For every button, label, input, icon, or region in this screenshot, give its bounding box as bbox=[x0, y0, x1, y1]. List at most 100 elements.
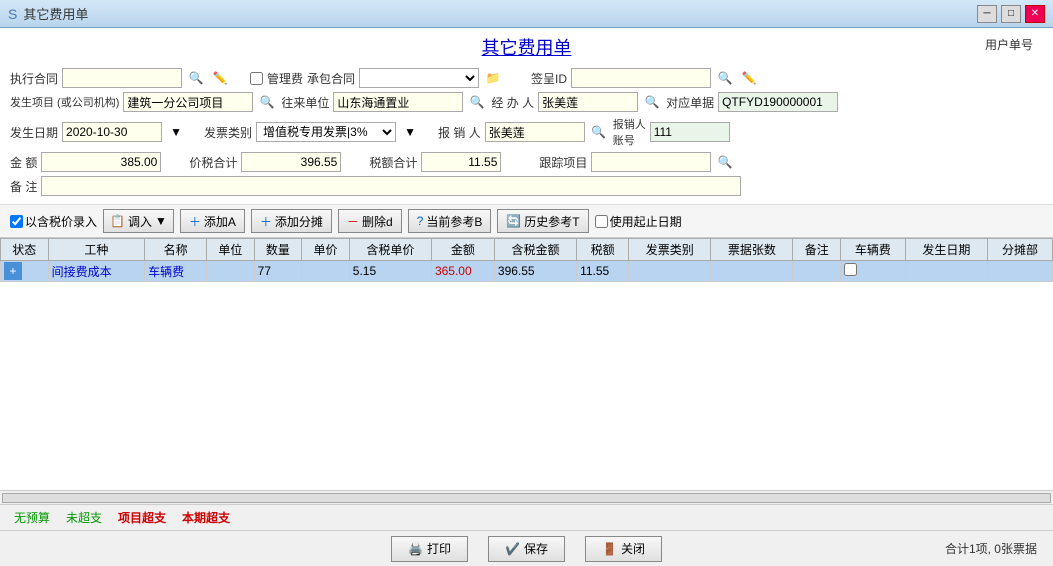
th-tax-amount: 含税金额 bbox=[494, 239, 576, 261]
invoice-type-select[interactable]: 增值税专用发票|3% bbox=[256, 122, 396, 142]
tax-inc-amount-input[interactable] bbox=[241, 152, 341, 172]
remark-label: 备 注 bbox=[10, 178, 37, 195]
vehicle-fee-checkbox[interactable] bbox=[844, 263, 857, 276]
not-over-status: 未超支 bbox=[62, 508, 106, 527]
th-invoice-count: 票据张数 bbox=[711, 239, 793, 261]
exec-contract-search-icon[interactable]: 🔍 bbox=[186, 68, 206, 88]
page-title: 其它费用单 bbox=[482, 38, 572, 58]
form-row-5: 备 注 bbox=[10, 176, 1043, 196]
print-icon: 🖨️ bbox=[408, 542, 423, 556]
to-unit-search-icon[interactable]: 🔍 bbox=[467, 92, 487, 112]
th-price: 单价 bbox=[302, 239, 350, 261]
add-split-icon: ＋ bbox=[260, 213, 272, 230]
total-info: 合计1项, 0张票据 bbox=[945, 540, 1037, 557]
no-budget-status: 无预算 bbox=[10, 508, 54, 527]
user-info: 用户单号 bbox=[985, 36, 1033, 53]
title-bar-text: 其它费用单 bbox=[23, 4, 88, 23]
maximize-button[interactable]: □ bbox=[1001, 5, 1021, 23]
report-num-input bbox=[650, 122, 730, 142]
print-button[interactable]: 🖨️ 打印 bbox=[391, 536, 468, 562]
track-project-search-icon[interactable]: 🔍 bbox=[715, 152, 735, 172]
th-work-type: 工种 bbox=[48, 239, 145, 261]
adjust-dropdown-icon[interactable]: ▼ bbox=[155, 214, 167, 228]
toolbar: 以含税价录入 📋 调入 ▼ ＋ 添加A ＋ 添加分摊 － 删除d ? 当前参考B… bbox=[0, 205, 1053, 238]
th-amount: 金额 bbox=[431, 239, 494, 261]
attach-contract-select[interactable] bbox=[359, 68, 479, 88]
report-num-label: 报销人账号 bbox=[613, 116, 646, 148]
exec-contract-edit-icon[interactable]: ✏️ bbox=[210, 68, 230, 88]
sign-input[interactable] bbox=[571, 68, 711, 88]
project-input[interactable] bbox=[123, 92, 253, 112]
biz-person-search-icon[interactable]: 🔍 bbox=[642, 92, 662, 112]
delete-button[interactable]: － 删除d bbox=[338, 209, 402, 233]
th-vehicle-fee: 车辆费 bbox=[841, 239, 906, 261]
add-button[interactable]: ＋ 添加A bbox=[180, 209, 245, 233]
app-icon: S bbox=[8, 6, 17, 22]
amount-input[interactable] bbox=[41, 152, 161, 172]
exec-contract-label: 执行合同 bbox=[10, 70, 58, 87]
form-row-3: 发生日期 ▼ 发票类别 增值税专用发票|3% ▼ 报 销 人 🔍 报销人账号 bbox=[10, 116, 1043, 148]
sign-edit-icon[interactable]: ✏️ bbox=[739, 68, 759, 88]
adjust-button[interactable]: 📋 调入 ▼ bbox=[103, 209, 174, 233]
form-row-4: 金 额 价税合计 税额合计 跟踪项目 🔍 bbox=[10, 152, 1043, 172]
table-row[interactable]: +间接费成本车辆费775.15365.00396.5511.55 bbox=[1, 261, 1053, 282]
th-split: 分摊部 bbox=[988, 239, 1053, 261]
manage-fee-label: 管理费 bbox=[267, 70, 303, 87]
amount-label: 金 额 bbox=[10, 154, 37, 171]
tax-include-checkbox[interactable] bbox=[10, 215, 23, 228]
attach-contract-label: 承包合同 bbox=[307, 70, 355, 87]
use-date-label[interactable]: 使用起止日期 bbox=[595, 213, 682, 230]
th-unit: 单位 bbox=[207, 239, 255, 261]
th-tax-val: 税额 bbox=[577, 239, 629, 261]
manage-fee-checkbox[interactable] bbox=[250, 72, 263, 85]
th-invoice-type: 发票类别 bbox=[629, 239, 711, 261]
correspond-input bbox=[718, 92, 838, 112]
adjust-icon: 📋 bbox=[110, 214, 125, 228]
close-window-button[interactable]: 🚪 关闭 bbox=[585, 536, 662, 562]
project-search-icon[interactable]: 🔍 bbox=[257, 92, 277, 112]
data-table: 状态 工种 名称 单位 数量 单价 含税单价 金额 含税金额 税额 发票类别 票… bbox=[0, 238, 1053, 282]
page-title-bar: 其它费用单 用户单号 bbox=[0, 28, 1053, 64]
biz-person-input[interactable] bbox=[538, 92, 638, 112]
minimize-button[interactable]: ─ bbox=[977, 5, 997, 23]
form-area: 执行合同 🔍 ✏️ 管理费 承包合同 📁 签呈ID 🔍 ✏️ 发生项目 (或公司… bbox=[0, 64, 1053, 205]
sign-search-icon[interactable]: 🔍 bbox=[715, 68, 735, 88]
close-button[interactable]: ✕ bbox=[1025, 5, 1045, 23]
th-tax-price: 含税单价 bbox=[349, 239, 431, 261]
th-remark: 备注 bbox=[793, 239, 841, 261]
month-over-status: 本期超支 bbox=[178, 508, 234, 527]
close-icon: 🚪 bbox=[602, 542, 617, 556]
th-name: 名称 bbox=[145, 239, 207, 261]
tax-include-label[interactable]: 以含税价录入 bbox=[10, 213, 97, 230]
title-bar-controls: ─ □ ✕ bbox=[977, 5, 1045, 23]
current-ref-button[interactable]: ? 当前参考B bbox=[408, 209, 492, 233]
save-button[interactable]: ✔️ 保存 bbox=[488, 536, 565, 562]
delete-icon: － bbox=[347, 213, 359, 230]
remark-input[interactable] bbox=[41, 176, 741, 196]
date-input[interactable] bbox=[62, 122, 162, 142]
horizontal-scrollbar[interactable] bbox=[2, 493, 1051, 503]
invoice-type-chevron-icon[interactable]: ▼ bbox=[400, 122, 420, 142]
attach-contract-folder-icon[interactable]: 📁 bbox=[483, 68, 503, 88]
th-qty: 数量 bbox=[254, 239, 302, 261]
add-split-button[interactable]: ＋ 添加分摊 bbox=[251, 209, 332, 233]
tax-amount-input[interactable] bbox=[421, 152, 501, 172]
track-project-input[interactable] bbox=[591, 152, 711, 172]
project-label: 发生项目 (或公司机构) bbox=[10, 94, 119, 110]
project-over-status: 项目超支 bbox=[114, 508, 170, 527]
date-calendar-icon[interactable]: ▼ bbox=[166, 122, 186, 142]
to-unit-input[interactable] bbox=[333, 92, 463, 112]
current-ref-icon: ? bbox=[417, 214, 424, 228]
tax-amount-label: 税额合计 bbox=[369, 154, 417, 171]
reporter-input[interactable] bbox=[485, 122, 585, 142]
table-header-row: 状态 工种 名称 单位 数量 单价 含税单价 金额 含税金额 税额 发票类别 票… bbox=[1, 239, 1053, 261]
th-status: 状态 bbox=[1, 239, 49, 261]
use-date-checkbox[interactable] bbox=[595, 215, 608, 228]
row-add-button[interactable]: + bbox=[4, 262, 22, 280]
history-ref-button[interactable]: 🔄 历史参考T bbox=[497, 209, 588, 233]
reporter-search-icon[interactable]: 🔍 bbox=[589, 122, 609, 142]
sign-label: 签呈ID bbox=[531, 70, 567, 87]
status-bar: 无预算 未超支 项目超支 本期超支 bbox=[0, 504, 1053, 530]
exec-contract-input[interactable] bbox=[62, 68, 182, 88]
reporter-label: 报 销 人 bbox=[438, 124, 481, 141]
